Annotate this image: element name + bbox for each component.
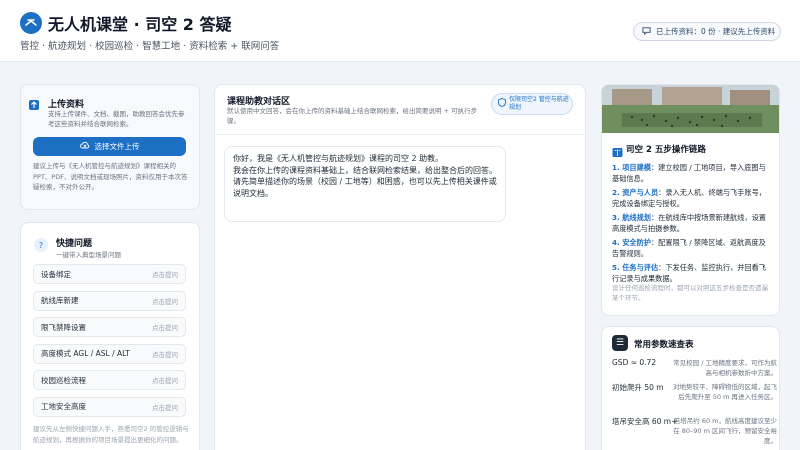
params-title: 常用参数速查表	[634, 340, 694, 350]
step-key: 4. 安全防护	[612, 238, 651, 247]
step-item: 4. 安全防护：配置限飞 / 禁降区域、返航高度及告警规则。	[612, 237, 772, 259]
steps-list: 1. 项目建模：建立校园 / 工地项目，导入底图与基础信息。 2. 资产与人员：…	[612, 162, 772, 287]
param-key: 初始爬升 50 m	[612, 383, 664, 392]
quick-question-item[interactable]: 高度模式 AGL / ASL / ALT 点击提问	[33, 343, 186, 364]
param-value: 常见校园 / 工地精度要求，可作为航高与相机参数折中方案。	[673, 359, 777, 377]
quick-question-label: 工地安全高度	[41, 402, 86, 411]
scope-badge-text: 仅限司空2 管控与航迹规划	[509, 95, 569, 112]
upload-description: 支持上传课件、文档、截图，助教回答会优先参考这些资料并结合联网检索。	[48, 110, 185, 128]
question-icon: ?	[34, 238, 48, 252]
step-item: 3. 航线规划：在航线库中按场景新建航线，设置高度模式与拍摄参数。	[612, 212, 772, 234]
upload-status-text: 已上传资料：0 份 · 建议先上传资料	[656, 27, 776, 36]
upload-note: 建议上传与《无人机管控与航迹规划》课程相关的 PPT、PDF、说明文档或现场照片…	[33, 162, 188, 191]
app-subtitle: 管控 · 航迹规划 · 校园巡检 · 智慧工地 · 资料检索 + 联网问答	[20, 41, 280, 52]
app-header: 无人机课堂 · 司空 2 答疑 管控 · 航迹规划 · 校园巡检 · 智慧工地 …	[0, 0, 800, 62]
param-value: 对地势较平、障碍物低的区域，起飞后先爬升至 50 m 再进入任务区。	[673, 383, 777, 401]
chat-panel	[214, 84, 586, 450]
step-item: 2. 资产与人员：录入无人机、终端与飞手账号，完成设备绑定与授权。	[612, 187, 772, 209]
message-line: 请先简单描述你的场景（校园 / 工地等）和困惑，也可以先上传相关课件或说明文档。	[233, 177, 497, 198]
choose-file-button[interactable]: 选择文件上传	[33, 137, 186, 156]
quick-question-hint: 点击提问	[152, 324, 178, 332]
quick-question-hint: 点击提问	[152, 377, 178, 385]
shield-icon	[498, 97, 506, 111]
message-line: 你好，我是《无人机管控与航迹规划》课程的司空 2 助教。	[233, 154, 444, 163]
chat-divider	[215, 134, 585, 135]
step-item: 1. 项目建模：建立校园 / 工地项目，导入底图与基础信息。	[612, 162, 772, 184]
quick-question-hint: 点击提问	[152, 271, 178, 279]
app-title: 无人机课堂 · 司空 2 答疑	[48, 15, 232, 34]
step-key: 5. 任务与评估	[612, 263, 659, 272]
quick-question-item[interactable]: 校园巡检流程 点击提问	[33, 370, 186, 390]
quick-question-label: 设备绑定	[41, 269, 71, 279]
quick-question-hint: 点击提问	[152, 350, 178, 359]
upload-status-badge: 已上传资料：0 份 · 建议先上传资料	[633, 22, 781, 41]
cloud-upload-icon	[79, 141, 90, 152]
message-line: 我会在你上传的课程资料基础上，结合联网检索结果，给出整合后的回答。	[233, 165, 497, 175]
quick-question-item[interactable]: 航线库新建 点击提问	[33, 290, 186, 311]
quick-questions-subtitle: 一键带入典型场景问题	[56, 251, 121, 259]
quick-question-label: 校园巡检流程	[41, 375, 86, 385]
book-icon	[612, 143, 623, 157]
chat-bubble-icon	[642, 26, 651, 37]
scope-badge: 仅限司空2 管控与航迹规划	[491, 93, 573, 115]
param-value: 若塔吊约 60 m，航线高度建议至少在 80–90 m 区间飞行，预留安全裕度。	[673, 417, 777, 445]
sliders-icon: ☰	[612, 335, 628, 351]
quick-questions-list: 设备绑定 点击提问 航线库新建 点击提问 限飞禁降设置 点击提问 高度模式 AG…	[33, 264, 186, 423]
drone-logo-icon	[20, 12, 42, 34]
quick-question-item[interactable]: 工地安全高度 点击提问	[33, 396, 186, 417]
param-key: GSD ≈ 0.72	[612, 358, 657, 367]
step-key: 1. 项目建模	[612, 163, 651, 172]
step-key: 3. 航线规划	[612, 213, 651, 222]
quick-questions-footer: 建议先从左侧快捷问题入手，熟悉司空2 的管控逻辑与航迹规划，再根据你的项目场景提…	[33, 425, 189, 444]
quick-questions-title: 快捷问题	[56, 239, 93, 249]
quick-question-label: 限飞禁降设置	[41, 322, 86, 332]
step-key: 2. 资产与人员	[612, 188, 659, 197]
param-key: 塔吊安全高 60 m+	[612, 417, 678, 426]
step-item: 5. 任务与评估：下发任务、监控执行，并回看飞行记录与成果数据。	[612, 262, 772, 284]
chat-description: 默认使用中文回答，会在你上传的资料基础上结合联网检索，给出简要说明 + 可执行步…	[227, 107, 478, 125]
quick-question-item[interactable]: 设备绑定 点击提问	[33, 264, 186, 284]
quick-question-label: 航线库新建	[41, 296, 79, 305]
quick-question-hint: 点击提问	[152, 297, 178, 306]
steps-title: 司空 2 五步操作链路	[626, 145, 706, 155]
upload-icon	[28, 96, 40, 110]
choose-file-label: 选择文件上传	[94, 142, 140, 151]
steps-footer: 设计任何巡检流程时，都可以对照这五步检查是否遗漏某个环节。	[612, 284, 768, 302]
quick-question-item[interactable]: 限飞禁降设置 点击提问	[33, 317, 186, 337]
quick-question-hint: 点击提问	[152, 403, 178, 412]
campus-photo	[602, 85, 779, 133]
assistant-message: 你好，我是《无人机管控与航迹规划》课程的司空 2 助教。 我会在你上传的课程资料…	[224, 146, 506, 222]
quick-question-label: 高度模式 AGL / ASL / ALT	[41, 349, 130, 358]
